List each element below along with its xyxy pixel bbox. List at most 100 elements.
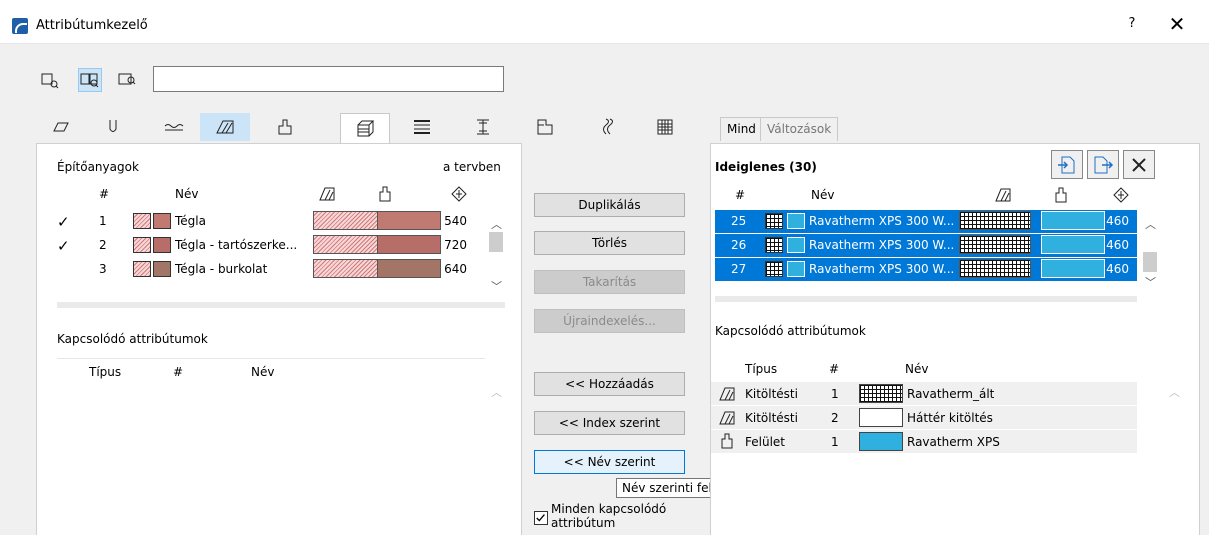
all-related-checkbox[interactable]	[534, 511, 548, 525]
delete-button[interactable]: Törlés	[534, 231, 685, 255]
duplicate-button[interactable]: Duplikálás	[534, 193, 685, 217]
tab-fills[interactable]	[200, 113, 250, 141]
app-icon	[12, 18, 28, 34]
search-input[interactable]	[153, 66, 504, 92]
list-item[interactable]: Felület 1 Ravatherm XPS	[711, 430, 1137, 453]
split-view-button[interactable]	[78, 68, 102, 92]
purge-button[interactable]: Takarítás	[534, 270, 685, 294]
close-file-button[interactable]	[1123, 150, 1155, 179]
tab-mep-systems[interactable]	[583, 113, 633, 141]
import-button[interactable]	[1051, 150, 1083, 179]
surface-column-icon	[1055, 187, 1067, 203]
tab-line-types[interactable]	[148, 113, 198, 141]
detail-view-button[interactable]	[115, 68, 139, 92]
related-column-type: Típus	[745, 362, 778, 376]
overwrite-by-name-button[interactable]: << Név szerint	[534, 450, 685, 474]
fill-column-icon	[995, 188, 1011, 202]
surface-preview	[859, 432, 903, 451]
tab-changes[interactable]: Változások	[760, 117, 839, 141]
surface-column-icon	[379, 186, 391, 202]
tab-pens[interactable]	[88, 113, 138, 141]
left-list-scrollbar[interactable]: ︿ ﹀	[487, 210, 505, 300]
row-value: 540	[444, 214, 467, 228]
export-button[interactable]	[1087, 150, 1119, 179]
scroll-thumb[interactable]	[1143, 252, 1157, 272]
reindex-button[interactable]: Újraindexelés...	[534, 309, 685, 333]
row-name: Ravatherm XPS 300 W...	[809, 238, 955, 252]
surface-icon	[278, 119, 292, 135]
related-scroll-up-icon[interactable]: ︿	[1169, 384, 1180, 400]
surface-preview	[377, 211, 441, 230]
zone-icon	[537, 119, 553, 135]
tab-markup-styles[interactable]	[640, 113, 690, 141]
left-related-title: Kapcsolódó attribútumok	[57, 332, 208, 346]
scroll-down-icon[interactable]: ﹀	[491, 278, 502, 294]
help-button[interactable]: ?	[1120, 16, 1144, 36]
right-list-scrollbar[interactable]: ︿ ﹀	[1141, 210, 1159, 290]
fill-icon	[719, 411, 735, 425]
row-name: Tégla - burkolat	[175, 262, 268, 276]
related-type: Kitöltésti	[745, 411, 798, 425]
related-column-index: #	[829, 362, 840, 376]
row-name: Ravatherm XPS 300 W...	[809, 214, 955, 228]
table-row[interactable]: 27 Ravatherm XPS 300 W... 460	[715, 258, 1137, 281]
tab-all[interactable]: Mind	[720, 117, 763, 141]
list-item[interactable]: Kitöltésti 2 Háttér kitöltés	[711, 406, 1137, 429]
list-item[interactable]: Kitöltésti 1 Ravatherm_ált	[711, 382, 1137, 405]
surface-swatch	[787, 237, 805, 253]
fill-swatch	[133, 213, 151, 229]
tab-zones[interactable]	[520, 113, 570, 141]
priority-column-icon	[1113, 187, 1129, 203]
row-index: 27	[731, 262, 747, 276]
fill-swatch	[765, 261, 783, 277]
line-type-icon	[164, 124, 184, 131]
in-use-check: ✓	[57, 213, 70, 231]
detail-view-icon	[118, 73, 136, 85]
scroll-thumb[interactable]	[489, 232, 503, 252]
surface-swatch	[153, 261, 171, 277]
related-type: Felület	[745, 435, 785, 449]
scope-label: a tervben	[443, 160, 501, 174]
related-column-name: Név	[905, 362, 929, 376]
row-value: 460	[1106, 238, 1129, 252]
fill-swatch	[133, 237, 151, 253]
scroll-up-icon[interactable]: ︿	[491, 216, 502, 232]
related-index: 1	[831, 435, 839, 449]
row-name: Tégla - tartószerke...	[175, 238, 298, 252]
fill-icon	[719, 387, 735, 401]
fill-icon	[216, 120, 234, 134]
table-row[interactable]: 3 Tégla - burkolat 640	[37, 258, 485, 281]
fill-preview	[313, 235, 385, 254]
table-row[interactable]: 26 Ravatherm XPS 300 W... 460	[715, 234, 1137, 257]
row-index: 26	[731, 238, 747, 252]
related-column-index: #	[173, 365, 184, 379]
fill-swatch	[765, 213, 783, 229]
related-name: Ravatherm XPS	[907, 435, 1000, 449]
overwrite-by-index-button[interactable]: << Index szerint	[534, 411, 685, 435]
surface-swatch	[787, 213, 805, 229]
profile-icon	[477, 119, 489, 135]
row-index: 2	[99, 238, 107, 252]
tab-layers[interactable]	[36, 113, 86, 141]
add-button[interactable]: << Hozzáadás	[534, 372, 685, 396]
tab-building-materials[interactable]	[340, 113, 390, 144]
tab-composites[interactable]	[397, 113, 447, 141]
related-name: Ravatherm_ált	[907, 387, 995, 401]
horizontal-scrollbar[interactable]	[57, 302, 505, 308]
horizontal-scrollbar[interactable]	[715, 296, 1137, 302]
scroll-up-icon[interactable]: ︿	[1145, 216, 1156, 232]
scroll-down-icon[interactable]: ﹀	[1145, 274, 1156, 290]
tab-surfaces[interactable]	[260, 113, 310, 141]
surface-swatch	[153, 213, 171, 229]
table-row[interactable]: ✓ 2 Tégla - tartószerke... 720	[37, 234, 485, 257]
related-scroll-up-icon[interactable]: ︿	[491, 384, 502, 400]
fill-preview	[313, 211, 385, 230]
fill-preview	[313, 259, 385, 278]
close-button[interactable]: ✕	[1162, 12, 1192, 38]
list-view-button[interactable]	[38, 68, 62, 92]
window-title: Attribútumkezelő	[36, 18, 148, 33]
tab-profiles[interactable]	[458, 113, 508, 141]
all-related-label[interactable]: Minden kapcsolódó attribútum	[551, 502, 691, 530]
table-row[interactable]: 25 Ravatherm XPS 300 W... 460	[715, 210, 1137, 233]
table-row[interactable]: ✓ 1 Tégla 540	[37, 210, 485, 233]
